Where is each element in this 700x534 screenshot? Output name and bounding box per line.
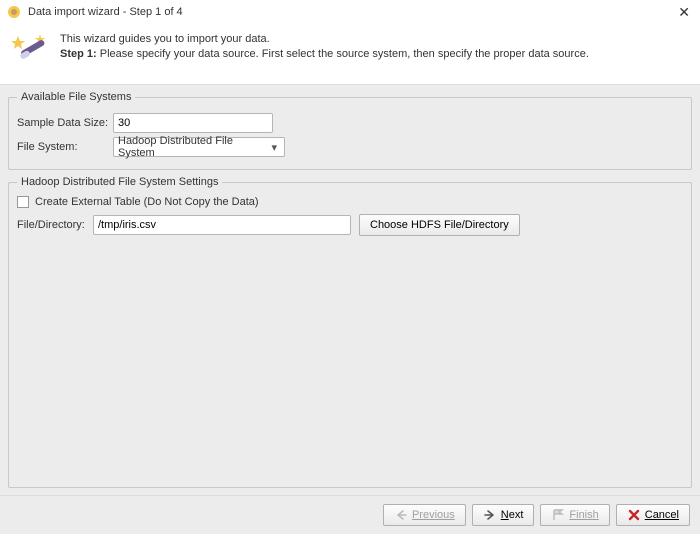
- cancel-label: Cancel: [645, 509, 679, 521]
- next-button[interactable]: Next: [472, 504, 535, 526]
- file-system-value: Hadoop Distributed File System: [118, 135, 267, 159]
- flag-icon: [551, 508, 565, 522]
- wizard-body: Available File Systems Sample Data Size:…: [0, 85, 700, 498]
- finish-label: Finish: [569, 509, 598, 521]
- file-system-label: File System:: [17, 141, 109, 153]
- wand-icon: [10, 32, 50, 72]
- file-system-select[interactable]: Hadoop Distributed File System ▾: [113, 137, 285, 157]
- previous-label: Previous: [412, 509, 455, 521]
- arrow-right-icon: [483, 508, 497, 522]
- hdfs-legend: Hadoop Distributed File System Settings: [17, 176, 222, 188]
- finish-button: Finish: [540, 504, 609, 526]
- file-dir-input[interactable]: [93, 215, 351, 235]
- cancel-button[interactable]: Cancel: [616, 504, 690, 526]
- create-external-checkbox[interactable]: [17, 196, 29, 208]
- available-fs-legend: Available File Systems: [17, 91, 135, 103]
- previous-button: Previous: [383, 504, 466, 526]
- sample-size-label: Sample Data Size:: [17, 117, 109, 129]
- close-icon[interactable]: ✕: [674, 4, 694, 21]
- wizard-small-icon: [6, 4, 22, 20]
- file-dir-label: File/Directory:: [17, 219, 89, 231]
- header-line1: This wizard guides you to import your da…: [60, 32, 589, 47]
- wizard-header: This wizard guides you to import your da…: [0, 24, 700, 85]
- window-title: Data import wizard - Step 1 of 4: [28, 6, 674, 18]
- arrow-left-icon: [394, 508, 408, 522]
- wizard-header-text: This wizard guides you to import your da…: [60, 32, 589, 63]
- choose-hdfs-button[interactable]: Choose HDFS File/Directory: [359, 214, 520, 236]
- titlebar: Data import wizard - Step 1 of 4 ✕: [0, 0, 700, 24]
- create-external-label: Create External Table (Do Not Copy the D…: [35, 196, 259, 208]
- chevron-down-icon: ▾: [267, 141, 282, 154]
- available-file-systems-group: Available File Systems Sample Data Size:…: [8, 91, 692, 170]
- wizard-footer: Previous Next Finish Cancel: [0, 495, 700, 534]
- cancel-icon: [627, 508, 641, 522]
- choose-hdfs-label: Choose HDFS File/Directory: [370, 219, 509, 231]
- sample-size-input[interactable]: [113, 113, 273, 133]
- header-step-label: Step 1:: [60, 48, 97, 60]
- header-step: Step 1: Please specify your data source.…: [60, 47, 589, 62]
- header-step-text: Please specify your data source. First s…: [100, 48, 589, 60]
- next-label: Next: [501, 509, 524, 521]
- hdfs-settings-group: Hadoop Distributed File System Settings …: [8, 176, 692, 488]
